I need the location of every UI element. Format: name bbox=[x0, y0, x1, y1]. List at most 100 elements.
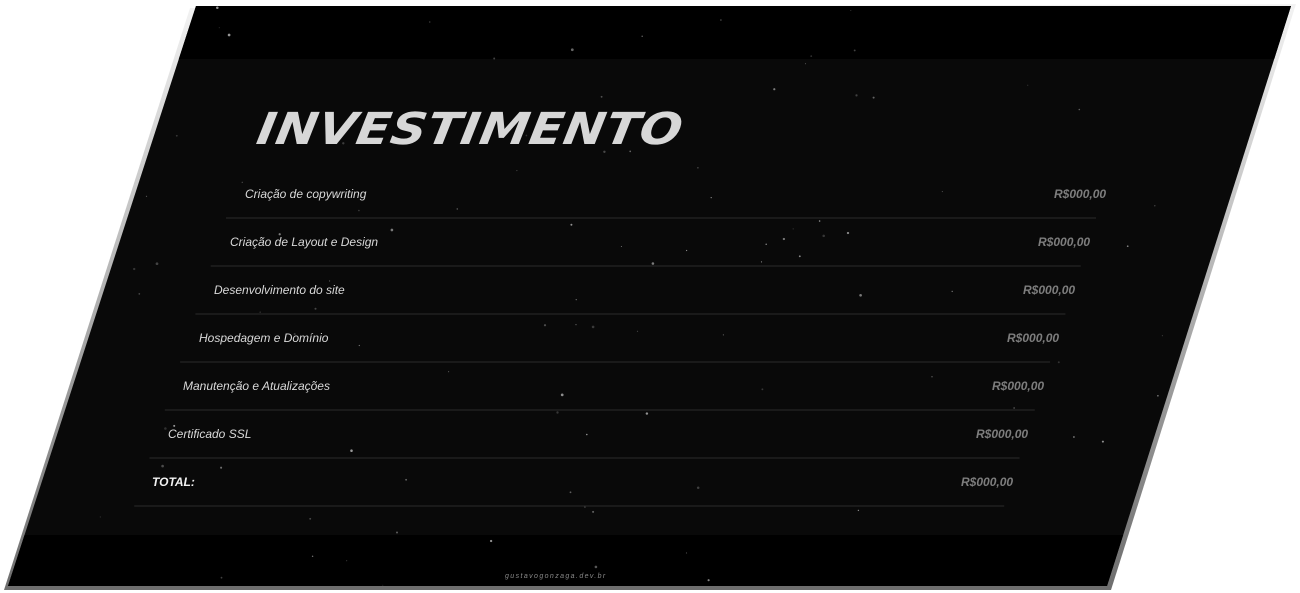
star-speck bbox=[722, 334, 725, 336]
star-speck bbox=[846, 231, 850, 235]
star-speck bbox=[720, 19, 722, 21]
row-price-layout-design: R$000,00 bbox=[1038, 235, 1091, 249]
star-speck bbox=[696, 486, 700, 490]
row-price-ssl: R$000,00 bbox=[976, 427, 1029, 441]
star-speck bbox=[810, 55, 813, 57]
star-speck bbox=[0, 288, 1, 290]
star-speck bbox=[358, 344, 360, 347]
star-speck bbox=[216, 6, 219, 9]
row-price-copywriting: R$000,00 bbox=[1054, 187, 1107, 201]
star-speck bbox=[560, 393, 564, 397]
star-speck bbox=[1078, 108, 1081, 111]
star-speck bbox=[951, 290, 953, 293]
footer-website: gustavogonzaga.dev.br bbox=[505, 573, 607, 580]
star-speck bbox=[218, 27, 220, 29]
star-speck bbox=[941, 191, 943, 193]
star-speck bbox=[1013, 407, 1015, 409]
row-label-layout-design: Criação de Layout e Design bbox=[230, 235, 379, 249]
star-speck bbox=[1126, 245, 1129, 248]
row-label-site-development: Desenvolvimento do site bbox=[214, 283, 345, 297]
star-speck bbox=[4, 572, 6, 574]
row-label-maintenance: Manutenção e Atualizações bbox=[183, 379, 330, 393]
star-speck bbox=[697, 166, 699, 169]
star-speck bbox=[1249, 358, 1251, 361]
star-speck bbox=[1203, 503, 1207, 507]
top-band bbox=[8, 6, 1291, 59]
star-speck bbox=[707, 579, 710, 582]
star-speck bbox=[1161, 335, 1163, 337]
star-speck bbox=[1240, 193, 1243, 196]
star-speck bbox=[350, 449, 353, 452]
star-speck bbox=[641, 35, 643, 37]
star-speck bbox=[1152, 554, 1154, 557]
slide: INVESTIMENTO Criação de copywriting R$00… bbox=[0, 0, 1300, 593]
total-price: R$000,00 bbox=[961, 475, 1014, 489]
star-speck bbox=[792, 228, 794, 230]
star-speck bbox=[241, 181, 243, 183]
star-speck bbox=[164, 427, 167, 430]
star-speck bbox=[773, 88, 776, 91]
star-speck bbox=[804, 63, 807, 65]
star-speck bbox=[761, 388, 764, 391]
star-speck bbox=[390, 228, 394, 232]
star-speck bbox=[570, 223, 573, 226]
star-speck bbox=[857, 509, 860, 512]
star-speck bbox=[850, 9, 852, 12]
row-price-site-development: R$000,00 bbox=[1023, 283, 1076, 297]
star-speck bbox=[227, 33, 231, 37]
row-label-ssl: Certificado SSL bbox=[168, 427, 252, 441]
star-speck bbox=[600, 95, 603, 98]
page-title: INVESTIMENTO bbox=[253, 104, 688, 155]
star-speck bbox=[346, 560, 348, 562]
star-speck bbox=[145, 195, 148, 197]
star-speck bbox=[710, 196, 712, 199]
star-speck bbox=[931, 375, 933, 378]
star-speck bbox=[594, 565, 598, 569]
star-speck bbox=[37, 331, 40, 335]
star-speck bbox=[138, 293, 141, 295]
star-speck bbox=[358, 209, 360, 212]
star-speck bbox=[66, 219, 69, 221]
star-speck bbox=[220, 466, 223, 469]
star-speck bbox=[493, 57, 496, 60]
star-speck bbox=[859, 293, 862, 297]
star-speck bbox=[584, 506, 586, 508]
star-speck bbox=[1057, 361, 1060, 364]
star-speck bbox=[309, 517, 312, 520]
star-speck bbox=[1246, 303, 1248, 305]
star-speck bbox=[855, 94, 858, 97]
star-speck bbox=[765, 243, 767, 246]
star-speck bbox=[1157, 394, 1159, 397]
star-speck bbox=[1254, 467, 1258, 471]
star-speck bbox=[636, 330, 639, 332]
star-speck bbox=[23, 184, 27, 187]
star-speck bbox=[311, 555, 314, 558]
star-speck bbox=[16, 147, 19, 149]
star-speck bbox=[516, 170, 518, 172]
star-speck bbox=[575, 299, 577, 301]
star-speck bbox=[620, 245, 622, 248]
star-speck bbox=[172, 12, 175, 15]
star-speck bbox=[314, 307, 317, 310]
star-speck bbox=[556, 411, 559, 414]
star-speck bbox=[105, 88, 107, 91]
star-speck bbox=[798, 255, 801, 258]
star-speck bbox=[586, 433, 588, 436]
star-speck bbox=[448, 371, 450, 373]
star-speck bbox=[382, 584, 384, 586]
star-speck bbox=[872, 96, 875, 99]
star-speck bbox=[575, 324, 577, 326]
card-body bbox=[8, 6, 1291, 586]
total-label: TOTAL: bbox=[152, 475, 195, 489]
star-speck bbox=[853, 49, 856, 52]
star-speck bbox=[818, 220, 821, 222]
star-speck bbox=[1101, 440, 1104, 443]
star-speck bbox=[65, 209, 68, 211]
star-speck bbox=[592, 510, 595, 513]
star-speck bbox=[456, 208, 458, 210]
star-speck bbox=[782, 237, 786, 241]
row-price-hosting-domain: R$000,00 bbox=[1007, 331, 1060, 345]
star-speck bbox=[329, 280, 331, 282]
star-speck bbox=[760, 261, 763, 263]
star-speck bbox=[645, 412, 649, 415]
